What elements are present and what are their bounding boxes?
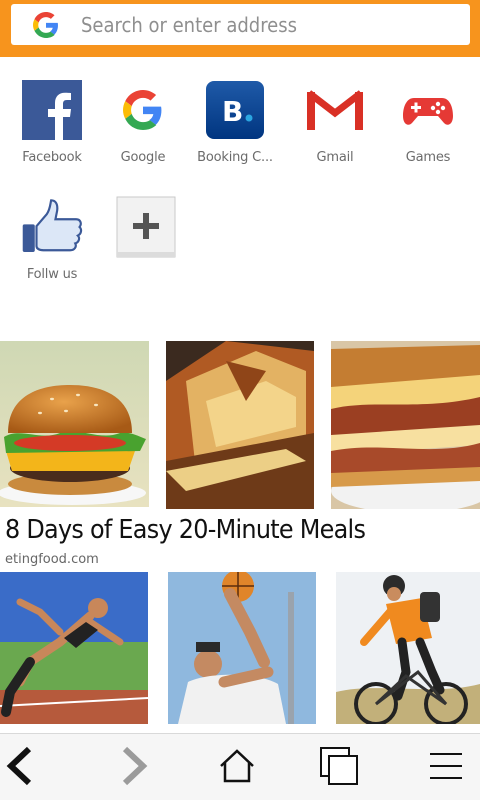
thumbs-up-icon (21, 196, 83, 258)
shortcut-follow-us[interactable]: Follw us (6, 196, 98, 282)
shortcut-booking[interactable]: B Booking C... (189, 79, 281, 165)
menu-button[interactable] (398, 734, 480, 801)
menu-icon (429, 751, 463, 785)
home-button[interactable] (189, 734, 285, 801)
address-input[interactable] (81, 12, 441, 37)
grilled-sandwich-image[interactable] (166, 341, 314, 509)
shortcut-facebook[interactable]: Facebook (6, 79, 98, 165)
article-title[interactable]: 8 Days of Easy 20-Minute Meals (5, 515, 366, 545)
shortcut-games[interactable]: Games (382, 79, 474, 165)
shortcut-label: Google (120, 150, 166, 165)
shortcut-label: Gmail (316, 150, 354, 165)
tabs-icon (319, 746, 359, 790)
burger-image[interactable] (0, 341, 149, 507)
shortcut-label: Follw us (26, 267, 78, 282)
forward-icon (119, 746, 149, 790)
shortcut-label: Games (405, 150, 451, 165)
gamepad-icon (397, 79, 459, 141)
facebook-icon (21, 79, 83, 141)
home-icon (218, 748, 256, 788)
address-bar[interactable] (11, 4, 470, 45)
cyclist-image[interactable] (336, 572, 480, 724)
gmail-icon (304, 79, 366, 141)
google-g-icon (11, 11, 81, 38)
shortcut-label: Facebook (22, 150, 82, 165)
tabs-button[interactable] (291, 734, 387, 801)
add-icon (115, 196, 177, 258)
add-shortcut-button[interactable] (100, 196, 192, 267)
bacon-sandwich-image[interactable] (331, 341, 480, 509)
shortcut-gmail[interactable]: Gmail (289, 79, 381, 165)
shortcut-label: Booking C... (197, 150, 273, 165)
back-button[interactable] (0, 734, 68, 801)
booking-icon: B (204, 79, 266, 141)
sprinter-image[interactable] (0, 572, 148, 724)
google-icon (112, 79, 174, 141)
forward-button[interactable] (86, 734, 182, 801)
address-bar-container (0, 0, 480, 57)
basketball-image[interactable] (168, 572, 316, 724)
back-icon (5, 746, 35, 790)
article-source: etingfood.com (5, 552, 99, 567)
shortcut-google[interactable]: Google (97, 79, 189, 165)
bottom-navigation (0, 733, 480, 800)
svg-text:B: B (222, 95, 243, 128)
